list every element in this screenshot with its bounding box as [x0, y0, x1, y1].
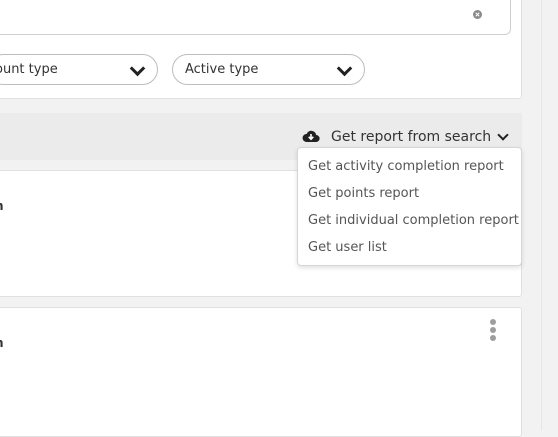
- page-scrollbar[interactable]: [541, 0, 558, 430]
- menu-item-individual-completion-report[interactable]: Get individual completion report: [308, 213, 519, 228]
- list-item: n: [0, 307, 522, 437]
- active-type-select[interactable]: Active type: [172, 54, 365, 85]
- search-input[interactable]: [0, 0, 511, 35]
- more-vertical-icon[interactable]: [489, 319, 497, 341]
- cloud-download-icon: [302, 130, 320, 143]
- clear-icon[interactable]: [473, 10, 482, 19]
- chevron-down-icon: [129, 60, 146, 77]
- list-item-name[interactable]: n: [0, 199, 4, 213]
- menu-item-points-report[interactable]: Get points report: [308, 186, 419, 201]
- list-item-name[interactable]: n: [0, 336, 4, 350]
- active-type-label: Active type: [185, 62, 259, 77]
- account-type-select[interactable]: ount type: [0, 54, 158, 85]
- report-dropdown-menu: Get activity completion report Get point…: [297, 147, 522, 266]
- get-report-label: Get report from search: [331, 129, 492, 145]
- account-type-label: ount type: [0, 62, 58, 77]
- chevron-down-icon: [336, 60, 353, 77]
- menu-item-user-list[interactable]: Get user list: [308, 240, 387, 255]
- menu-item-activity-completion-report[interactable]: Get activity completion report: [308, 159, 504, 174]
